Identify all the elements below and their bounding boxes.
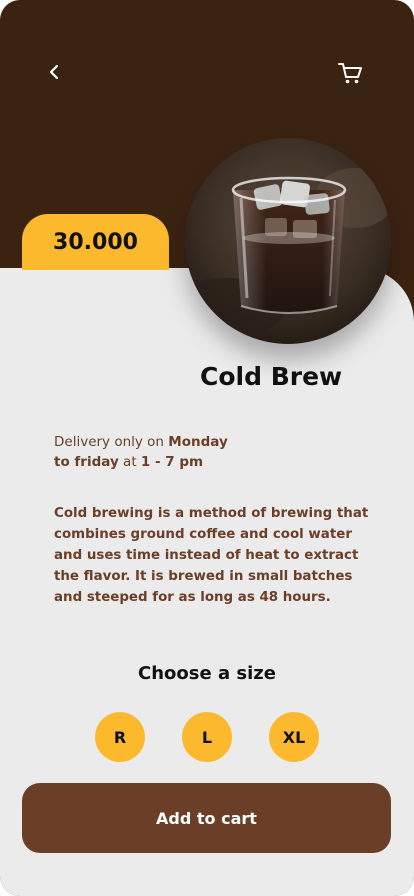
delivery-info: Delivery only on Monday to friday at 1 -… — [54, 432, 314, 472]
add-to-cart-label: Add to cart — [156, 808, 257, 828]
delivery-prefix: Delivery only on — [54, 434, 169, 450]
cart-button[interactable] — [334, 58, 366, 88]
product-image — [185, 138, 391, 344]
delivery-at: at — [118, 454, 141, 470]
chevron-left-icon — [49, 64, 59, 80]
back-button[interactable] — [40, 58, 68, 86]
add-to-cart-button[interactable]: Add to cart — [22, 783, 391, 853]
size-label: R — [113, 727, 127, 747]
size-option-xl[interactable]: XL — [269, 712, 319, 762]
size-option-r[interactable]: R — [95, 712, 145, 762]
product-detail-screen: 30.000 Cold Brew Delivery only on Monday… — [0, 0, 414, 896]
size-option-l[interactable]: L — [182, 712, 232, 762]
product-title: Cold Brew — [200, 362, 343, 391]
product-description: Cold brewing is a method of brewing that… — [54, 506, 369, 605]
iced-coffee-glass-image — [185, 138, 391, 344]
size-label: XL — [282, 727, 306, 747]
delivery-hours: 1 - 7 pm — [140, 454, 204, 470]
shopping-cart-icon — [338, 63, 362, 84]
delivery-day-start: Monday — [168, 434, 228, 450]
price-tag: 30.000 — [22, 214, 169, 270]
delivery-day-end: to friday — [54, 454, 119, 470]
size-heading: Choose a size — [138, 663, 276, 684]
price-value: 30.000 — [53, 229, 138, 255]
size-label: L — [201, 727, 213, 747]
